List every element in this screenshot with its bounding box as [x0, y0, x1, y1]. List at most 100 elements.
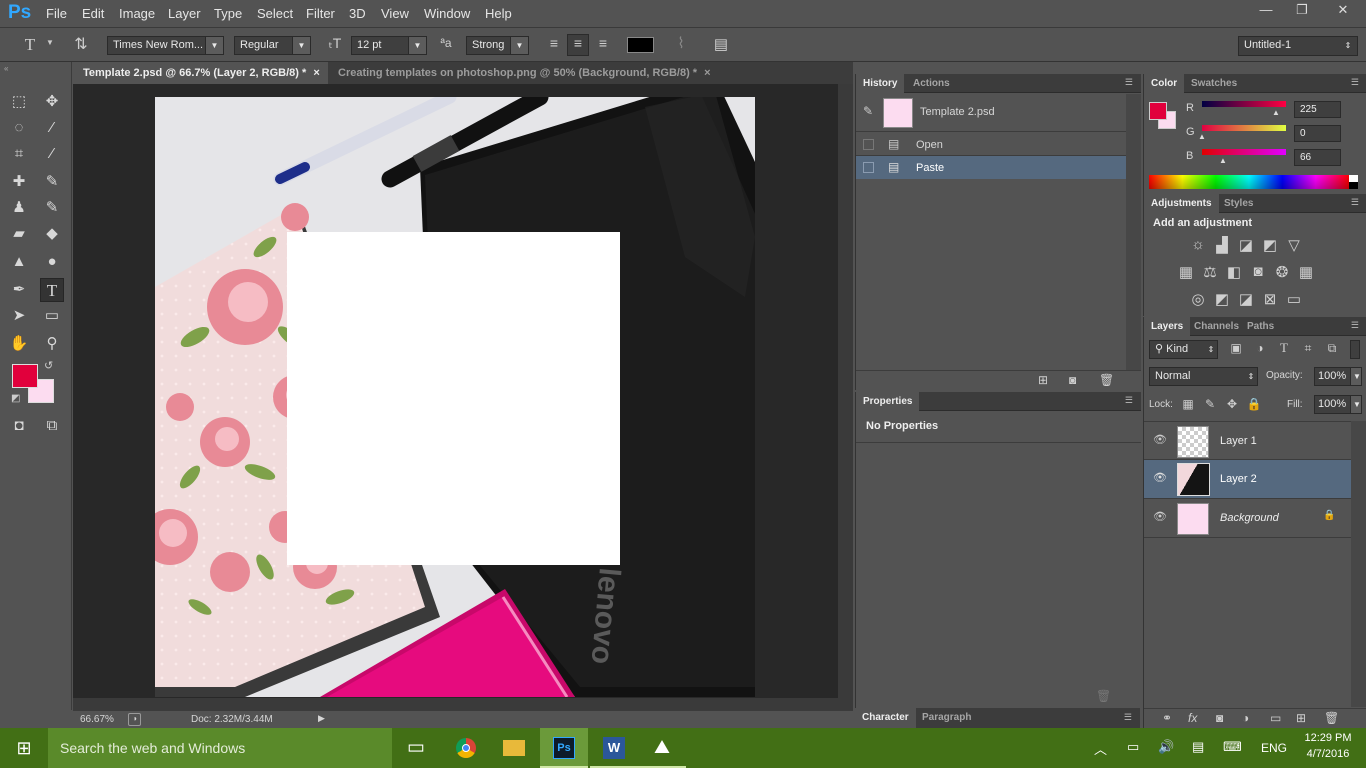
- menu-file[interactable]: File: [46, 6, 67, 21]
- clock-date[interactable]: 4/7/2016: [1303, 748, 1353, 760]
- history-state[interactable]: ▤ Open: [856, 133, 1126, 156]
- levels-icon[interactable]: ▟: [1211, 236, 1233, 254]
- invert-icon[interactable]: ◎: [1187, 290, 1209, 308]
- color-lookup-icon[interactable]: ▦: [1295, 263, 1317, 281]
- screen-mode-icon[interactable]: ⧉: [40, 414, 64, 438]
- lock-all-icon[interactable]: 🔒: [1246, 397, 1262, 411]
- panel-menu-icon[interactable]: ☰: [1351, 77, 1359, 88]
- workspace-select[interactable]: Untitled-1 ⇕: [1238, 36, 1358, 56]
- eraser-icon[interactable]: ▰: [7, 222, 31, 246]
- eyedropper-icon[interactable]: ⁄: [40, 142, 64, 166]
- visibility-eye-icon[interactable]: 👁: [1153, 510, 1167, 523]
- task-view-icon[interactable]: ▭: [392, 728, 440, 768]
- word-icon[interactable]: W: [590, 728, 638, 768]
- start-windows-icon[interactable]: ⊞: [0, 728, 48, 768]
- new-document-from-state-icon[interactable]: ⊞: [1038, 373, 1048, 387]
- g-value-field[interactable]: 0: [1294, 125, 1341, 142]
- filter-adjustment-icon[interactable]: ◑: [1252, 341, 1268, 355]
- r-value-field[interactable]: 225: [1294, 101, 1341, 118]
- black-white-icon[interactable]: ◧: [1223, 263, 1245, 281]
- minimize-button[interactable]: —: [1248, 0, 1284, 22]
- canvas-vertical-scrollbar[interactable]: [838, 84, 853, 710]
- fill-field[interactable]: 100%: [1314, 395, 1351, 414]
- document-canvas[interactable]: lenovo: [155, 97, 755, 697]
- selective-color-icon[interactable]: ⊠: [1259, 290, 1281, 308]
- lock-transparent-icon[interactable]: ▦: [1180, 397, 1196, 411]
- threshold-icon[interactable]: ◪: [1235, 290, 1257, 308]
- panel-menu-icon[interactable]: ☰: [1351, 320, 1359, 331]
- tab-paragraph[interactable]: Paragraph: [915, 708, 978, 728]
- rectangle-shape-icon[interactable]: ▭: [40, 304, 64, 328]
- black-ramp-swatch[interactable]: [1349, 182, 1358, 189]
- zoom-level[interactable]: 66.67%: [80, 714, 114, 725]
- volume-icon[interactable]: 🔊: [1158, 739, 1174, 755]
- curves-icon[interactable]: ◪: [1235, 236, 1257, 254]
- align-left-icon[interactable]: ≡: [545, 35, 563, 51]
- align-center-icon[interactable]: ≡: [567, 34, 589, 56]
- language-indicator[interactable]: ENG: [1261, 741, 1287, 755]
- tab-character[interactable]: Character: [855, 708, 916, 728]
- g-slider-thumb[interactable]: ▲: [1198, 132, 1206, 141]
- text-color-swatch[interactable]: [627, 37, 654, 53]
- layer-row[interactable]: 👁 Layer 2: [1144, 460, 1351, 499]
- antialias-select[interactable]: Strong ▼: [466, 36, 529, 55]
- menu-image[interactable]: Image: [119, 6, 155, 21]
- tab-adjustments[interactable]: Adjustments: [1144, 194, 1219, 213]
- action-center-icon[interactable]: ▤: [1192, 739, 1204, 755]
- crop-icon[interactable]: ⌗: [7, 142, 31, 166]
- default-colors-icon[interactable]: ◩: [11, 393, 20, 404]
- layers-scrollbar[interactable]: [1351, 421, 1366, 707]
- new-layer-icon[interactable]: ⊞: [1296, 711, 1306, 725]
- battery-icon[interactable]: ▭: [1127, 739, 1139, 755]
- filter-pixel-icon[interactable]: ▣: [1228, 341, 1244, 355]
- g-slider[interactable]: [1202, 125, 1286, 131]
- tab-history[interactable]: History: [856, 74, 905, 93]
- layer-filter-kind-select[interactable]: ⚲ Kind ⇕: [1149, 340, 1218, 359]
- move-tool-icon[interactable]: ✥: [40, 90, 64, 114]
- close-button[interactable]: ✕: [1320, 0, 1366, 22]
- menu-edit[interactable]: Edit: [82, 6, 104, 21]
- trash-icon[interactable]: 🗑: [1096, 689, 1111, 703]
- font-family-select[interactable]: Times New Rom... ▼: [107, 36, 224, 55]
- history-state-checkbox[interactable]: [863, 139, 874, 150]
- panel-menu-icon[interactable]: ☰: [1125, 395, 1133, 406]
- opacity-field[interactable]: 100%: [1314, 367, 1351, 386]
- menu-filter[interactable]: Filter: [306, 6, 335, 21]
- menu-3d[interactable]: 3D: [349, 6, 366, 21]
- search-box[interactable]: Search the web and Windows: [48, 728, 392, 768]
- tab-actions[interactable]: Actions: [906, 74, 957, 93]
- brush-icon[interactable]: ✎: [40, 170, 64, 194]
- layer-row[interactable]: 👁 Background 🔒: [1144, 499, 1351, 538]
- b-slider-thumb[interactable]: ▲: [1219, 156, 1227, 165]
- white-ramp-swatch[interactable]: [1349, 175, 1358, 182]
- chrome-icon[interactable]: [442, 728, 490, 768]
- spot-healing-icon[interactable]: ✚: [7, 170, 31, 194]
- exposure-icon[interactable]: ◩: [1259, 236, 1281, 254]
- layer-row[interactable]: 👁 Layer 1: [1144, 421, 1351, 460]
- tab-styles[interactable]: Styles: [1217, 194, 1260, 213]
- restore-button[interactable]: ❐: [1284, 0, 1320, 22]
- channel-mixer-icon[interactable]: ❂: [1271, 263, 1293, 281]
- history-state[interactable]: ▤ Paste: [856, 156, 1126, 179]
- keyboard-icon[interactable]: ⌨: [1223, 739, 1242, 755]
- menu-help[interactable]: Help: [485, 6, 512, 21]
- history-scrollbar[interactable]: [1126, 94, 1141, 370]
- file-explorer-icon[interactable]: [490, 728, 538, 768]
- quick-mask-icon[interactable]: ◘: [7, 414, 31, 438]
- clone-stamp-icon[interactable]: ♟: [7, 196, 31, 220]
- tab-channels[interactable]: Channels: [1187, 317, 1246, 336]
- panel-menu-icon[interactable]: ☰: [1124, 712, 1132, 723]
- r-slider-thumb[interactable]: ▲: [1272, 108, 1280, 117]
- blend-mode-select[interactable]: Normal ⇕: [1149, 367, 1258, 386]
- orientation-toggle-icon[interactable]: ⇅: [70, 34, 92, 54]
- close-tab-icon[interactable]: ×: [704, 67, 710, 79]
- swap-colors-icon[interactable]: ↺: [44, 359, 53, 372]
- photoshop-taskbar-icon[interactable]: Ps: [540, 728, 588, 768]
- lock-image-icon[interactable]: ✎: [1202, 397, 1218, 411]
- font-size-select[interactable]: 12 pt ▼: [351, 36, 427, 55]
- visibility-eye-icon[interactable]: 👁: [1153, 471, 1167, 484]
- rectangular-marquee-icon[interactable]: ⬚: [7, 90, 31, 114]
- align-right-icon[interactable]: ≡: [594, 35, 612, 51]
- filter-smart-object-icon[interactable]: ⧉: [1324, 341, 1340, 356]
- show-hidden-icons-icon[interactable]: ︿: [1094, 739, 1107, 758]
